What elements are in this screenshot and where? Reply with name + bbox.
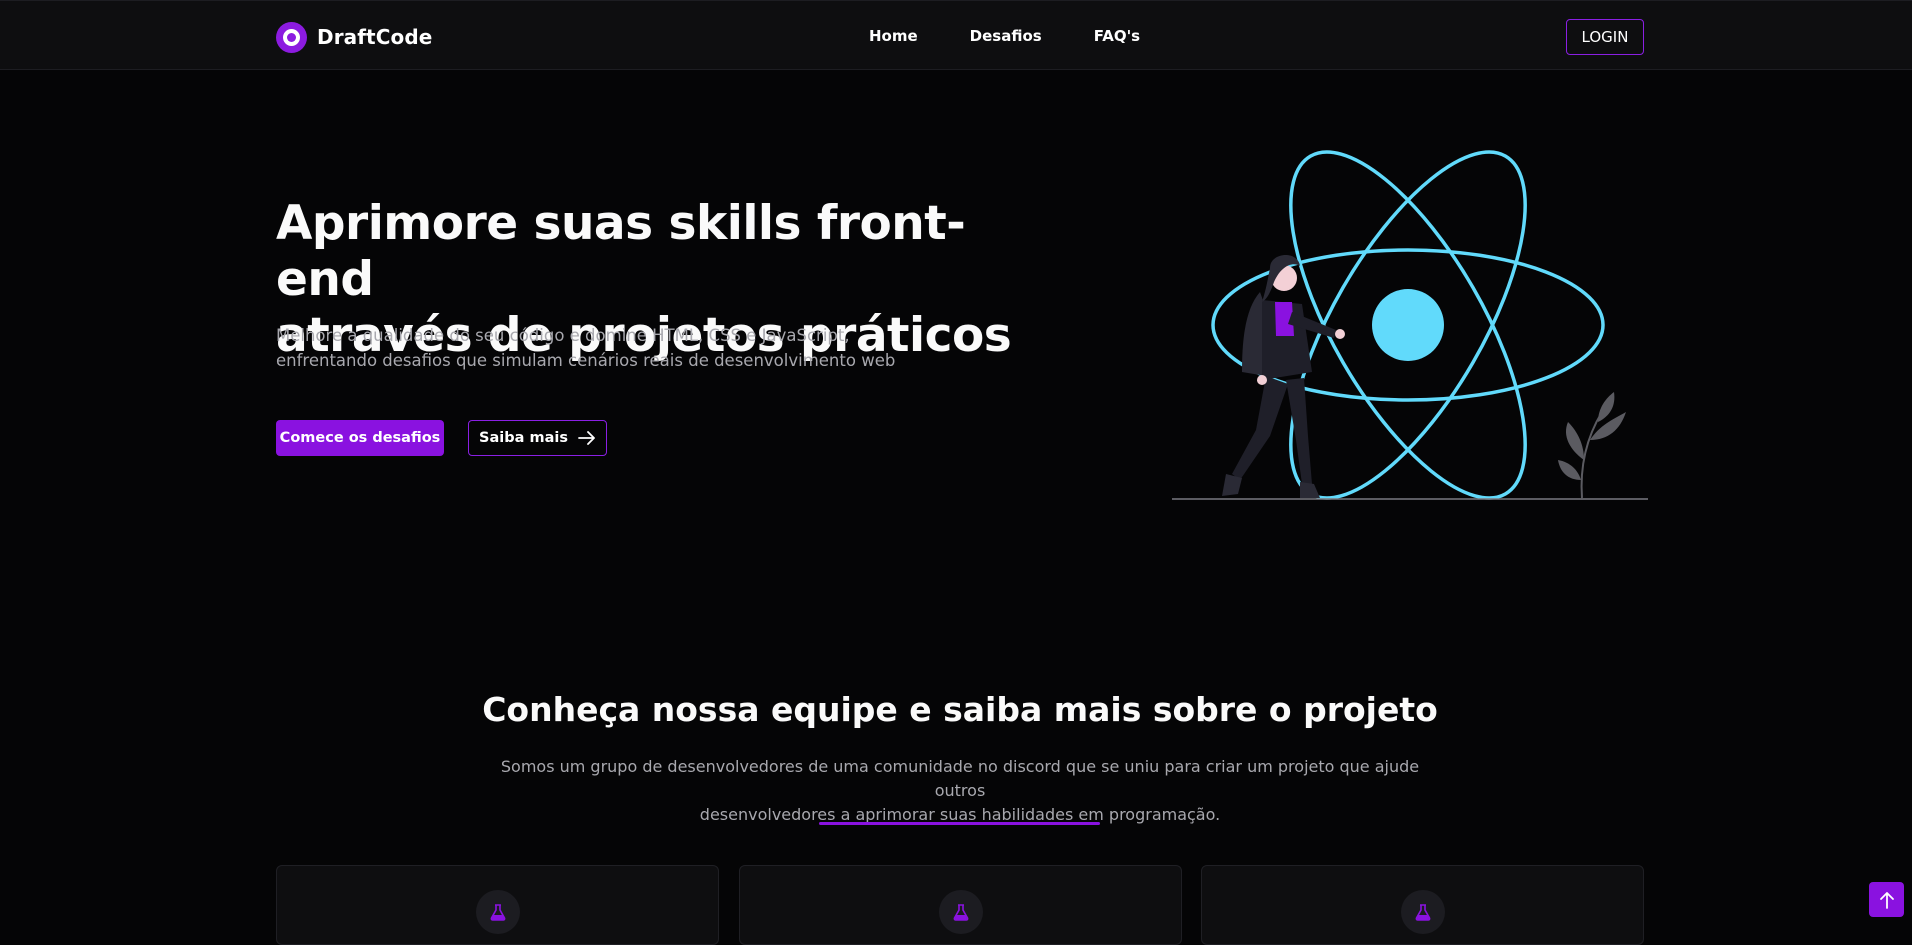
flask-icon bbox=[476, 890, 520, 934]
feature-card-3 bbox=[1201, 865, 1644, 945]
flask-icon bbox=[1401, 890, 1445, 934]
nav-link-desafios[interactable]: Desafios bbox=[970, 27, 1042, 45]
about-subtitle-line1: Somos um grupo de desenvolvedores de uma… bbox=[500, 757, 1420, 800]
hero-subtitle-line1: Melhore a qualidade do seu código e domi… bbox=[276, 326, 850, 345]
brand-logo-icon bbox=[276, 21, 307, 53]
login-button[interactable]: LOGIN bbox=[1566, 19, 1644, 55]
brand-link[interactable]: DraftCode bbox=[276, 21, 432, 53]
nav-link-faqs[interactable]: FAQ's bbox=[1094, 27, 1140, 45]
about-title: Conheça nossa equipe e saiba mais sobre … bbox=[482, 690, 1438, 729]
nav-link-home[interactable]: Home bbox=[869, 27, 918, 45]
brand-name: DraftCode bbox=[317, 25, 433, 49]
section-divider bbox=[819, 822, 1100, 825]
react-nucleus bbox=[1372, 289, 1444, 361]
navbar: DraftCode Home Desafios FAQ's LOGIN bbox=[0, 0, 1912, 70]
hero-subtitle: Melhore a qualidade do seu código e domi… bbox=[276, 323, 896, 373]
arrow-up-icon bbox=[1879, 891, 1894, 909]
hero-title-line1: Aprimore suas skills front-end bbox=[276, 196, 966, 307]
flask-icon bbox=[939, 890, 983, 934]
learn-more-label: Saiba mais bbox=[479, 430, 568, 446]
nav-links: Home Desafios FAQ's bbox=[869, 27, 1140, 45]
start-challenges-button[interactable]: Comece os desafios bbox=[276, 420, 444, 456]
arrow-right-icon bbox=[578, 431, 595, 445]
hero-subtitle-line2: enfrentando desafios que simulam cenário… bbox=[276, 351, 896, 370]
plant-icon bbox=[1558, 392, 1626, 499]
scroll-to-top-button[interactable] bbox=[1869, 882, 1904, 917]
react-atom-illustration bbox=[1172, 150, 1648, 500]
about-subtitle: Somos um grupo de desenvolvedores de uma… bbox=[480, 755, 1440, 827]
feature-card-1 bbox=[276, 865, 719, 945]
feature-card-2 bbox=[739, 865, 1182, 945]
woman-figure-icon bbox=[1222, 254, 1345, 498]
learn-more-button[interactable]: Saiba mais bbox=[468, 420, 607, 456]
